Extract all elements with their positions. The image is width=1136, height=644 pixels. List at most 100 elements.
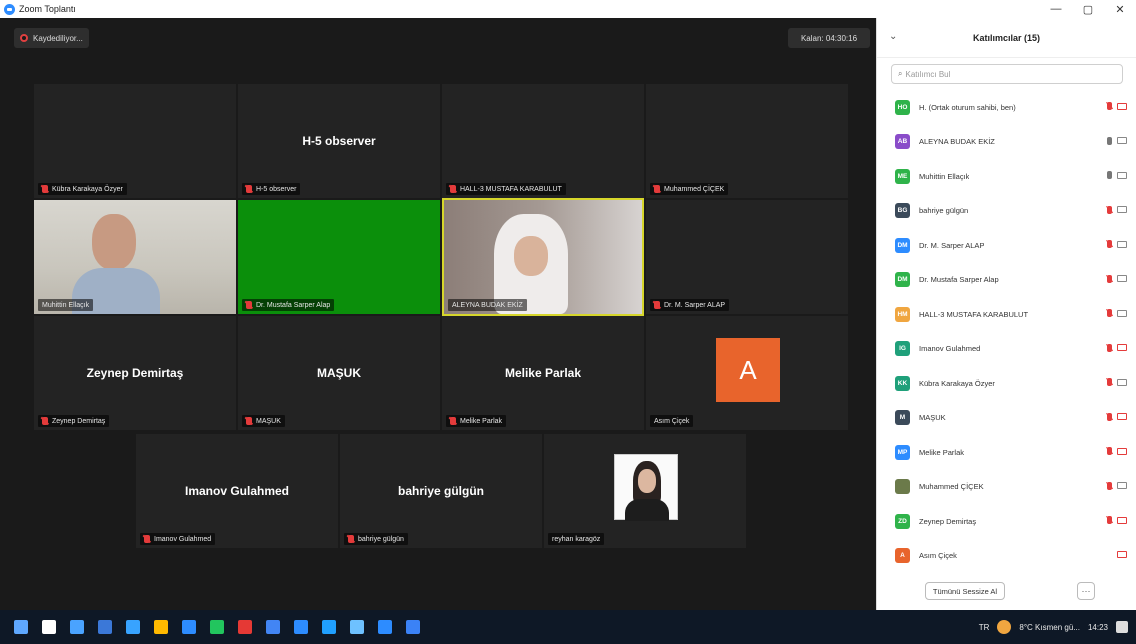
muted-mic-icon[interactable] — [1107, 447, 1112, 455]
taskbar-app-icon[interactable] — [294, 620, 308, 634]
minimize-button[interactable]: — — [1040, 0, 1072, 18]
muted-mic-icon[interactable] — [1107, 274, 1112, 283]
participant-row[interactable]: MP Melike Parlak — [877, 435, 1136, 470]
camera-off-icon[interactable] — [1117, 102, 1127, 110]
participant-avatar: KK — [895, 375, 910, 391]
chevron-down-icon[interactable]: ⌄ — [889, 31, 897, 42]
recording-indicator[interactable]: Kaydediliyor... — [14, 28, 89, 48]
notifications-icon[interactable] — [1116, 621, 1128, 633]
muted-mic-icon[interactable] — [1107, 309, 1112, 317]
participant-avatar: IG — [895, 341, 910, 357]
camera-off-icon[interactable] — [1117, 344, 1127, 351]
camera-icon[interactable] — [1117, 482, 1127, 489]
video-tile[interactable]: H-5 observer H-5 observer — [238, 84, 440, 198]
taskbar-app-icon[interactable] — [126, 620, 140, 634]
video-tile[interactable]: A Asım Çiçek — [646, 316, 848, 430]
camera-off-icon[interactable] — [1117, 413, 1127, 420]
taskbar-app-icon[interactable] — [238, 620, 252, 634]
weather-label[interactable]: 8°C Kısmen gü... — [1019, 623, 1080, 632]
participant-status — [1107, 481, 1127, 490]
participant-row[interactable]: AB ALEYNA BUDAK EKİZ — [877, 125, 1136, 160]
participant-row[interactable]: Muhammed ÇİÇEK — [877, 470, 1136, 505]
muted-mic-icon[interactable] — [1107, 240, 1112, 248]
participant-status — [1107, 102, 1127, 110]
video-tile[interactable]: Dr. M. Sarper ALAP — [646, 200, 848, 314]
camera-icon[interactable] — [1117, 309, 1127, 317]
participant-avatar: ME — [895, 168, 910, 184]
camera-icon[interactable] — [1117, 378, 1127, 386]
participant-name: Muhammed ÇİÇEK — [919, 482, 984, 492]
video-tile[interactable]: Muhammed ÇİÇEK — [646, 84, 848, 198]
video-tile[interactable]: bahriye gülgün bahriye gülgün — [340, 434, 542, 548]
participant-row[interactable]: ZD Zeynep Demirtaş — [877, 504, 1136, 539]
weather-icon[interactable] — [997, 620, 1012, 634]
muted-mic-icon[interactable] — [1107, 378, 1112, 386]
muted-mic-icon[interactable] — [1107, 412, 1112, 421]
language-indicator[interactable]: TR — [979, 623, 990, 632]
participant-row[interactable]: ME Muhittin Ellaçık — [877, 159, 1136, 194]
camera-icon[interactable] — [1117, 275, 1127, 282]
participant-row[interactable]: DM Dr. M. Sarper ALAP — [877, 228, 1136, 263]
video-tile[interactable]: Zeynep Demirtaş Zeynep Demirtaş — [34, 316, 236, 430]
participant-row[interactable]: HM HALL-3 MUSTAFA KARABULUT — [877, 297, 1136, 332]
video-tile[interactable]: Muhittin Ellaçık — [34, 200, 236, 314]
participant-row[interactable]: IG Imanov Gulahmed — [877, 332, 1136, 367]
participant-name: Kübra Karakaya Özyer — [919, 378, 995, 388]
camera-off-icon[interactable] — [1117, 447, 1127, 455]
participant-avatar: A — [895, 548, 910, 564]
muted-mic-icon[interactable] — [1107, 343, 1112, 352]
participant-status — [1107, 274, 1127, 283]
video-tile[interactable]: MAŞUK MAŞUK — [238, 316, 440, 430]
participant-status — [1107, 447, 1127, 455]
video-tile[interactable]: reyhan karagöz — [544, 434, 746, 548]
mute-all-button[interactable]: Tümünü Sessize Al — [925, 582, 1005, 600]
participant-label: Dr. Mustafa Sarper Alap — [242, 299, 335, 311]
taskbar-app-icon[interactable] — [322, 620, 336, 634]
participant-row[interactable]: HO H. (Ortak oturum sahibi, ben) — [877, 90, 1136, 125]
video-tile[interactable]: Melike Parlak Melike Parlak — [442, 316, 644, 430]
video-tile[interactable]: Kübra Karakaya Özyer — [34, 84, 236, 198]
muted-mic-icon[interactable] — [1107, 102, 1112, 110]
muted-mic-icon[interactable] — [1107, 205, 1112, 214]
video-tile[interactable]: Dr. Mustafa Sarper Alap — [238, 200, 440, 314]
taskbar-app-icon[interactable] — [154, 620, 168, 634]
participant-row[interactable]: DM Dr. Mustafa Sarper Alap — [877, 263, 1136, 298]
participant-row[interactable]: BG bahriye gülgün — [877, 194, 1136, 229]
camera-icon[interactable] — [1117, 171, 1127, 179]
participant-label: Zeynep Demirtaş — [38, 415, 110, 427]
camera-icon[interactable] — [1117, 137, 1127, 144]
taskbar-app-icon[interactable] — [182, 620, 196, 634]
participant-label: ALEYNA BUDAK EKİZ — [448, 299, 527, 311]
muted-mic-icon[interactable] — [1107, 516, 1112, 524]
taskbar-app-icon[interactable] — [70, 620, 84, 634]
mic-icon[interactable] — [1107, 136, 1112, 145]
taskbar-app-icon[interactable] — [210, 620, 224, 634]
participant-status — [1107, 412, 1127, 421]
mic-icon[interactable] — [1107, 171, 1112, 179]
video-tile[interactable]: HALL-3 MUSTAFA KARABULUT — [442, 84, 644, 198]
more-options-button[interactable]: ··· — [1077, 582, 1095, 600]
start-icon[interactable] — [14, 620, 28, 634]
taskbar-app-icon[interactable] — [98, 620, 112, 634]
taskbar-app-icon[interactable] — [350, 620, 364, 634]
taskbar-app-icon[interactable] — [406, 620, 420, 634]
participant-label: HALL-3 MUSTAFA KARABULUT — [446, 183, 566, 195]
muted-mic-icon[interactable] — [1107, 481, 1112, 490]
taskbar-app-icon[interactable] — [266, 620, 280, 634]
participant-row[interactable]: A Asım Çiçek — [877, 539, 1136, 574]
taskbar-app-icon[interactable] — [378, 620, 392, 634]
camera-icon[interactable] — [1117, 240, 1127, 248]
close-button[interactable]: ✕ — [1104, 0, 1136, 18]
participant-row[interactable]: M MAŞUK — [877, 401, 1136, 436]
participant-search-input[interactable]: ⌕ Katılımcı Bul — [891, 64, 1123, 84]
video-tile[interactable]: Imanov Gulahmed Imanov Gulahmed — [136, 434, 338, 548]
maximize-button[interactable]: ▢ — [1072, 0, 1104, 18]
camera-off-icon[interactable] — [1117, 550, 1127, 558]
clock[interactable]: 14:23 — [1088, 623, 1108, 632]
participant-row[interactable]: KK Kübra Karakaya Özyer — [877, 366, 1136, 401]
camera-icon[interactable] — [1117, 206, 1127, 213]
participant-name: Zeynep Demirtaş — [919, 516, 977, 526]
camera-off-icon[interactable] — [1117, 516, 1127, 524]
taskbar-app-icon[interactable] — [42, 620, 56, 634]
active-speaker-tile[interactable]: ALEYNA BUDAK EKİZ — [442, 198, 644, 316]
